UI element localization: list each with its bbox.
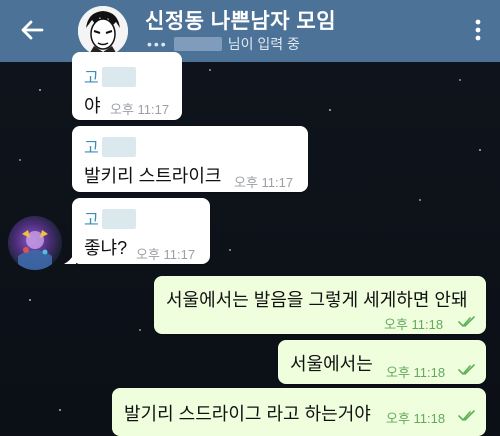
message-text: 발키리 스트라이크 xyxy=(84,166,222,186)
blurred-sender xyxy=(101,67,136,87)
blurred-user-name xyxy=(173,37,222,51)
group-avatar[interactable] xyxy=(78,6,128,56)
blurred-sender xyxy=(101,209,136,229)
message-text: 서울에서는 xyxy=(290,354,373,374)
message-time: 오후 11:18 xyxy=(386,365,446,380)
message-time: 오후 11:17 xyxy=(110,102,170,117)
incoming-message[interactable]: 고 야 오후 11:17 xyxy=(72,52,182,120)
double-check-icon xyxy=(458,410,475,421)
chat-title[interactable]: 신정동 나쁜남자 모임 xyxy=(145,5,336,35)
typing-status: ••• 님이 입력 중 xyxy=(147,34,300,54)
message-time: 오후 11:18 xyxy=(386,411,446,426)
outgoing-message[interactable]: 발기리 스드라이그 라고 하는거야 오후 11:18 xyxy=(112,388,486,436)
sender-avatar[interactable] xyxy=(8,216,62,270)
more-vertical-icon[interactable] xyxy=(474,18,482,42)
message-text: 발기리 스드라이그 라고 하는거야 xyxy=(124,404,371,424)
typing-dots: ••• xyxy=(147,36,168,52)
bubble-tail xyxy=(64,250,76,264)
sender-name: 고 xyxy=(84,64,136,88)
message-text: 서울에서는 발음을 그렇게 세게하면 안돼 xyxy=(166,290,468,310)
message-time: 오후 11:17 xyxy=(234,175,294,190)
typing-text: 님이 입력 중 xyxy=(227,36,300,52)
double-check-icon xyxy=(458,364,475,375)
double-check-icon xyxy=(458,316,475,327)
incoming-message[interactable]: 고 발키리 스트라이크 오후 11:17 xyxy=(72,126,308,192)
back-arrow-icon[interactable] xyxy=(18,16,46,44)
incoming-message[interactable]: 고 좋냐? 오후 11:17 xyxy=(72,198,210,264)
message-text: 좋냐? xyxy=(84,238,128,258)
sender-name: 고 xyxy=(84,206,136,230)
message-time: 오후 11:17 xyxy=(136,247,196,262)
blurred-sender xyxy=(101,137,136,157)
message-text: 야 xyxy=(84,96,101,116)
outgoing-message[interactable]: 서울에서는 발음을 그렇게 세게하면 안돼 오후 11:18 xyxy=(154,276,486,334)
outgoing-message[interactable]: 서울에서는 오후 11:18 xyxy=(278,340,486,384)
message-time: 오후 11:18 xyxy=(384,317,444,332)
sender-name: 고 xyxy=(84,134,136,158)
